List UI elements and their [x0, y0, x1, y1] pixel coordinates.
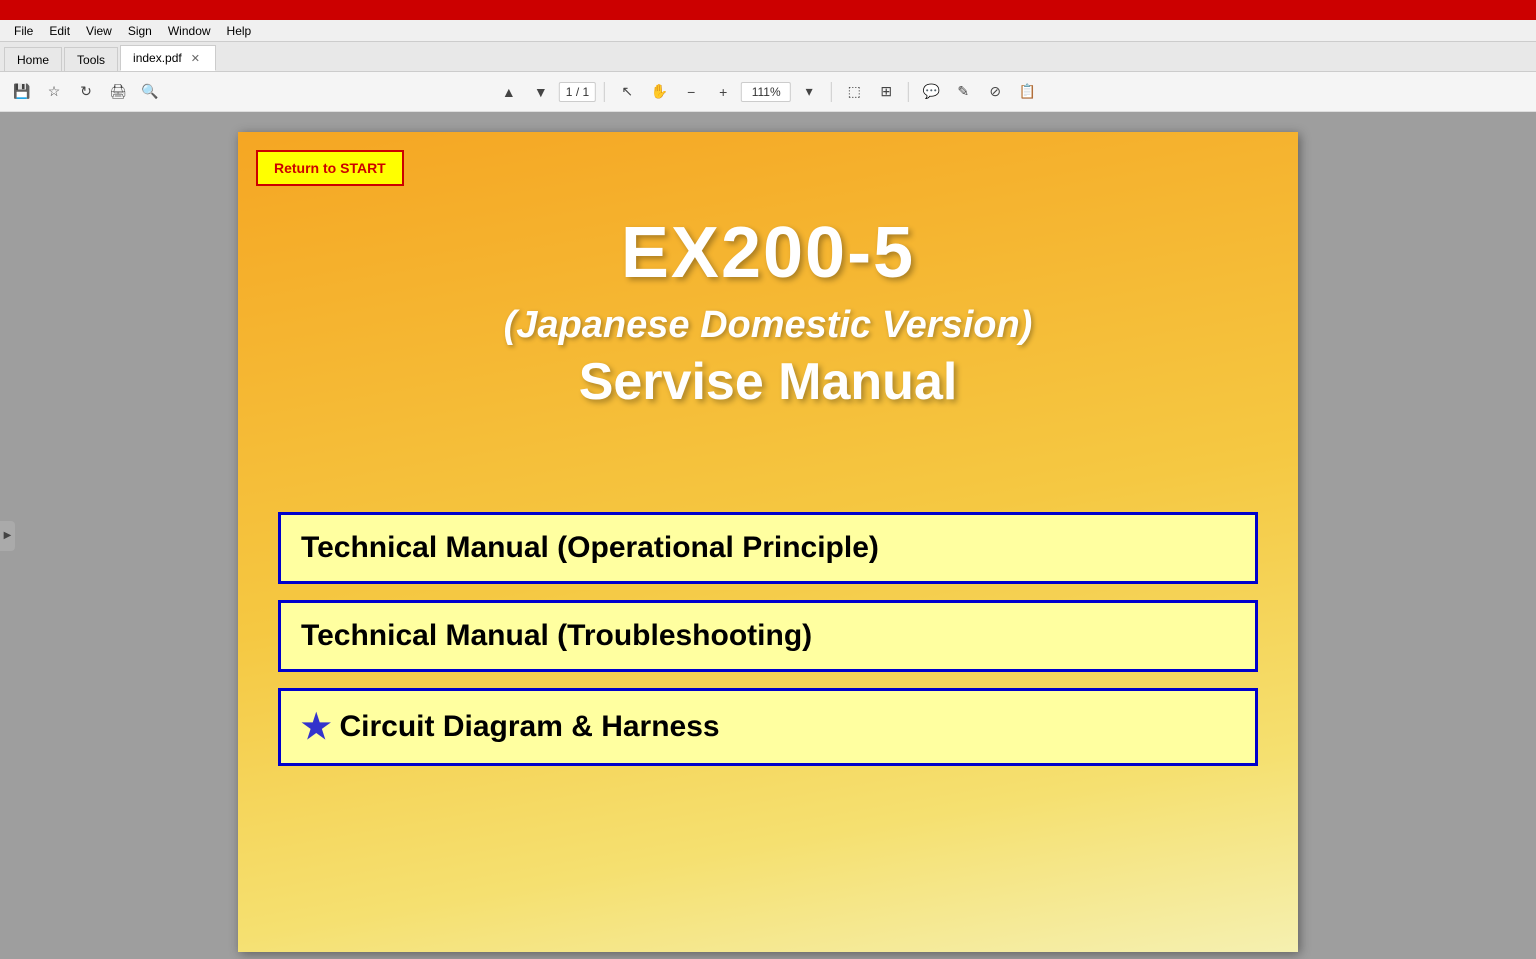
search-button[interactable]: 🔍	[136, 78, 164, 106]
close-icon[interactable]: ✕	[188, 51, 203, 66]
pdf-container: Return to START EX200-5 (Japanese Domest…	[0, 112, 1536, 959]
menu-file[interactable]: File	[6, 22, 41, 40]
hand-tool-button[interactable]: ✋	[645, 78, 673, 106]
marquee-zoom-button[interactable]: ⬚	[840, 78, 868, 106]
separator2	[831, 82, 832, 102]
select-tool-button[interactable]: ↖	[613, 78, 641, 106]
tab-tools[interactable]: Tools	[64, 47, 118, 71]
menu-btn-troubleshooting[interactable]: Technical Manual (Troubleshooting)	[278, 600, 1258, 672]
page-total: 1	[583, 85, 590, 99]
tab-file[interactable]: index.pdf ✕	[120, 45, 216, 71]
menu-btn-operational-label: Technical Manual (Operational Principle)	[301, 531, 879, 565]
toolbar: 💾 ☆ ↻ 🖨 🔍 ▲ ▼ 1 / 1 ↖ ✋ − + 111% ▾ ⬚ ⊞ 💬…	[0, 72, 1536, 112]
zoom-level[interactable]: 111%	[741, 82, 791, 102]
zoom-in-button[interactable]: +	[709, 78, 737, 106]
pdf-menu-area: Technical Manual (Operational Principle)…	[238, 452, 1298, 806]
sidebar-toggle[interactable]: ▶	[0, 521, 15, 551]
main-area: ▶ Return to START EX200-5 (Japanese Dome…	[0, 112, 1536, 959]
pen-button[interactable]: ✎	[949, 78, 977, 106]
menu-btn-circuit[interactable]: ★ Circuit Diagram & Harness	[278, 688, 1258, 766]
stamp-button[interactable]: 📋	[1013, 78, 1041, 106]
menu-window[interactable]: Window	[160, 22, 219, 40]
title-bar	[0, 0, 1536, 20]
menu-bar: File Edit View Sign Window Help	[0, 20, 1536, 42]
page-indicator: 1 / 1	[559, 82, 596, 102]
tab-tools-label: Tools	[77, 53, 105, 67]
pdf-main-title: EX200-5	[278, 212, 1258, 294]
pdf-page: Return to START EX200-5 (Japanese Domest…	[238, 132, 1298, 952]
print-button[interactable]: 🖨	[104, 78, 132, 106]
fit-page-button[interactable]: ⊞	[872, 78, 900, 106]
menu-edit[interactable]: Edit	[41, 22, 78, 40]
menu-help[interactable]: Help	[219, 22, 260, 40]
toolbar-center-group: ▲ ▼ 1 / 1 ↖ ✋ − + 111% ▾ ⬚ ⊞ 💬 ✎ ⊘ 📋	[495, 78, 1041, 106]
menu-btn-troubleshooting-label: Technical Manual (Troubleshooting)	[301, 619, 812, 653]
pdf-subtitle-2: Servise Manual	[278, 352, 1258, 412]
save-button[interactable]: 💾	[8, 78, 36, 106]
scroll-up-button[interactable]: ▲	[495, 78, 523, 106]
zoom-dropdown-button[interactable]: ▾	[795, 78, 823, 106]
tab-home-label: Home	[17, 53, 49, 67]
pdf-subtitle-1: (Japanese Domestic Version)	[278, 304, 1258, 347]
refresh-button[interactable]: ↻	[72, 78, 100, 106]
scroll-down-button[interactable]: ▼	[527, 78, 555, 106]
return-to-start-button[interactable]: Return to START	[256, 150, 404, 186]
separator1	[604, 82, 605, 102]
menu-btn-circuit-label: Circuit Diagram & Harness	[339, 710, 719, 744]
eraser-button[interactable]: ⊘	[981, 78, 1009, 106]
page-separator: /	[576, 85, 583, 99]
menu-sign[interactable]: Sign	[120, 22, 160, 40]
tab-file-label: index.pdf	[133, 51, 182, 65]
menu-btn-operational[interactable]: Technical Manual (Operational Principle)	[278, 512, 1258, 584]
separator3	[908, 82, 909, 102]
star-icon: ★	[301, 707, 331, 747]
tab-home[interactable]: Home	[4, 47, 62, 71]
comment-button[interactable]: 💬	[917, 78, 945, 106]
page-current: 1	[566, 85, 573, 99]
menu-view[interactable]: View	[78, 22, 120, 40]
tab-bar: Home Tools index.pdf ✕	[0, 42, 1536, 72]
bookmark-button[interactable]: ☆	[40, 78, 68, 106]
zoom-out-button[interactable]: −	[677, 78, 705, 106]
